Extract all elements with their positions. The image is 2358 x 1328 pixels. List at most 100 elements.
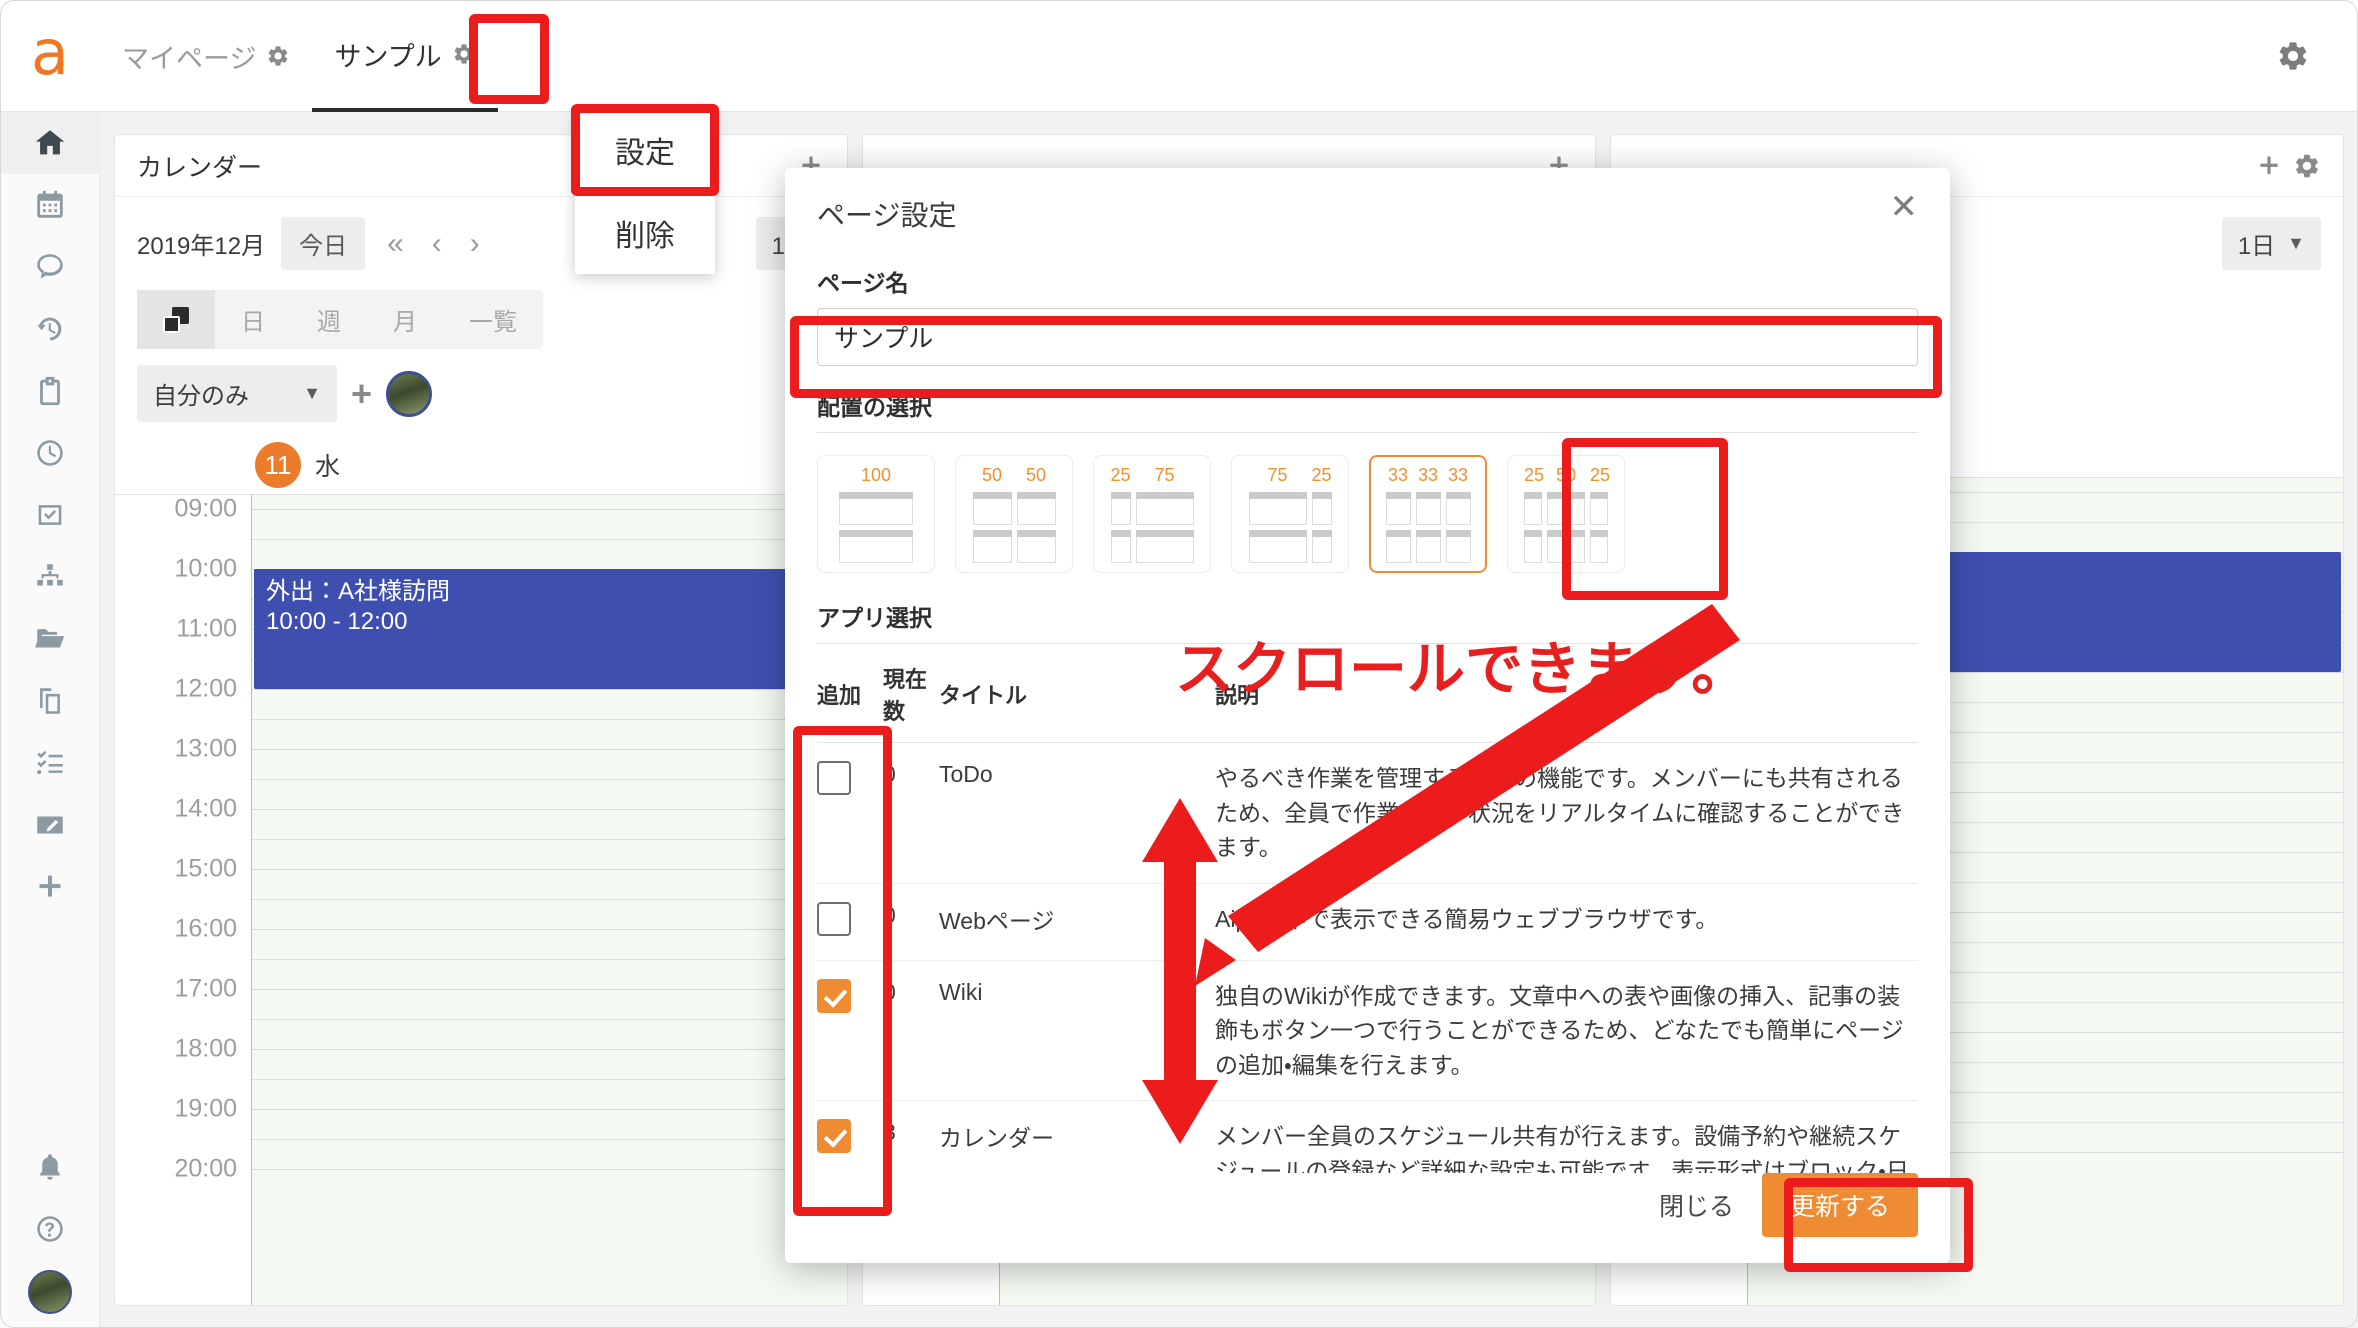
user-avatar[interactable]: [28, 1270, 72, 1314]
close-icon[interactable]: ✕: [1890, 190, 1919, 224]
add-member-icon[interactable]: +: [351, 375, 372, 412]
view-block[interactable]: [137, 290, 215, 349]
layout-option-100-nums: 100: [860, 465, 892, 485]
app-logo[interactable]: a: [0, 0, 100, 112]
top-bar: a マイページ サンプル: [0, 0, 2358, 112]
checklist-icon: [33, 746, 67, 780]
files-icon: [33, 684, 67, 718]
layout-option-50-50[interactable]: 50 50: [955, 455, 1073, 573]
rail-item-tasks[interactable]: [0, 484, 100, 546]
annotation-scroll-text: スクロールできます。: [1175, 635, 1750, 703]
close-button[interactable]: 閉じる: [1659, 1187, 1734, 1223]
time-label: 09:00: [174, 494, 237, 523]
table-row[interactable]: 3 カレンダー メンバー全員のスケジュール共有が行えます。設備予約や継続スケジュ…: [817, 1100, 1918, 1173]
chevron-down-icon: ▼: [2287, 233, 2305, 253]
layout-option-25-50-25[interactable]: 25 50 25: [1507, 455, 1625, 573]
add-portlet-icon[interactable]: [2255, 152, 2283, 180]
layout-option-25-75[interactable]: 25 75: [1093, 455, 1211, 573]
rail-item-org-chart[interactable]: [0, 546, 100, 608]
blocks-icon: [163, 306, 189, 333]
rail-item-files[interactable]: [0, 670, 100, 732]
row-count: 0: [883, 883, 939, 961]
modal-body: ページ名 配置の選択 100: [785, 244, 1950, 1173]
time-label: 18:00: [174, 1034, 237, 1063]
member-filter-select[interactable]: 自分のみ ▼: [137, 365, 337, 422]
table-row[interactable]: 0 ToDo やるべき作業を管理するための機能です。メンバーにも共有されるため、…: [817, 742, 1918, 884]
context-menu-item-settings[interactable]: 設定: [575, 108, 715, 191]
view-list[interactable]: 一覧: [443, 290, 543, 349]
rail-item-history[interactable]: [0, 298, 100, 360]
calendar-timegrid-left[interactable]: 09:00 10:00 11:00 12:00 13:00 14:00 15:0…: [115, 494, 847, 1305]
update-button[interactable]: 更新する: [1761, 1173, 1918, 1237]
avatar[interactable]: [386, 370, 433, 417]
range-select-right[interactable]: 1日 ▼: [2221, 217, 2321, 270]
history-icon: [33, 312, 67, 346]
rail-item-calendar[interactable]: [0, 174, 100, 236]
rail-item-notifications[interactable]: [0, 1136, 100, 1198]
col-header-count: 現在数: [883, 650, 939, 743]
row-checkbox[interactable]: [817, 978, 851, 1013]
row-title: Wiki: [939, 960, 1189, 1101]
tab-sample-label: サンプル: [334, 41, 442, 72]
row-title: Webページ: [939, 883, 1189, 961]
time-label: 19:00: [174, 1094, 237, 1123]
row-count: 0: [883, 960, 939, 1101]
today-button[interactable]: 今日: [281, 217, 366, 270]
folder-icon: [33, 622, 67, 656]
layout-option-50-50-nums: 50 50: [981, 465, 1047, 485]
apps-table: 追加 現在数 タイトル 説明 0 ToDo やるべき作業を管理するための機能です…: [817, 650, 1918, 1173]
calendar-event[interactable]: 外出：A社様訪問 10:00 - 12:00: [254, 569, 845, 689]
layout-label: 配置の選択: [817, 394, 932, 420]
layout-option-33-33-33[interactable]: 33 33 33: [1369, 455, 1487, 573]
chevron-down-icon: ▼: [303, 383, 321, 403]
row-checkbox[interactable]: [817, 1119, 851, 1153]
rail-item-clipboard[interactable]: [0, 360, 100, 422]
page-name-label: ページ名: [817, 270, 909, 296]
time-label: 13:00: [174, 734, 237, 763]
page-settings-gear-icon[interactable]: [452, 42, 476, 66]
view-month[interactable]: 月: [367, 290, 443, 349]
prev-icon[interactable]: ‹: [426, 228, 448, 259]
global-settings-gear-icon[interactable]: [2276, 39, 2310, 73]
rail-item-help[interactable]: [0, 1198, 100, 1260]
page-tabs: マイページ サンプル: [100, 0, 498, 112]
layout-option-75-25-nums: 75 25: [1267, 465, 1332, 485]
rail-item-edit[interactable]: [0, 794, 100, 856]
tab-sample[interactable]: サンプル: [312, 0, 498, 112]
row-checkbox[interactable]: [817, 901, 851, 936]
row-desc: やるべき作業を管理するための機能です。メンバーにも共有されるため、全員で作業の進…: [1189, 742, 1918, 884]
rail-bottom: [0, 1136, 100, 1314]
rail-item-add[interactable]: [0, 856, 100, 918]
portlet-settings-gear-icon[interactable]: [2293, 152, 2321, 180]
rail-item-clock[interactable]: [0, 422, 100, 484]
rail-item-folder[interactable]: [0, 608, 100, 670]
calendar-month-label: 2019年12月: [137, 233, 266, 260]
rail-item-chat[interactable]: [0, 236, 100, 298]
view-week[interactable]: 週: [291, 290, 367, 349]
modal-title: ページ設定: [817, 200, 957, 231]
page-name-input[interactable]: [817, 308, 1918, 366]
table-row[interactable]: 0 Webページ Aipoの中で表示できる簡易ウェブブラウザです。: [817, 883, 1918, 961]
table-row[interactable]: 0 Wiki 独自のWikiが作成できます。文章中への表や画像の挿入、記事の装飾…: [817, 960, 1918, 1101]
row-count: 0: [883, 742, 939, 884]
rail-item-home[interactable]: [0, 112, 100, 174]
rail-item-checklist[interactable]: [0, 732, 100, 794]
page-settings-modal: ページ設定 ✕ ページ名 配置の選択 100: [785, 168, 1950, 1263]
next-icon[interactable]: ›: [464, 228, 486, 259]
gear-icon[interactable]: [266, 44, 290, 68]
context-menu-item-delete[interactable]: 削除: [575, 191, 715, 274]
row-checkbox[interactable]: [817, 761, 851, 795]
layout-option-100[interactable]: 100: [817, 455, 935, 573]
prev-fast-icon[interactable]: «: [381, 228, 410, 259]
layout-option-75-25[interactable]: 75 25: [1231, 455, 1349, 573]
tab-mypage[interactable]: マイページ: [100, 0, 312, 112]
time-label: 16:00: [174, 914, 237, 943]
time-label: 17:00: [174, 974, 237, 1003]
view-day[interactable]: 日: [215, 290, 291, 349]
left-rail: [0, 112, 100, 1328]
member-filter-value: 自分のみ: [153, 383, 249, 410]
col-header-add: 追加: [817, 650, 883, 743]
timegrid-body[interactable]: 外出：A社様訪問 10:00 - 12:00: [251, 495, 847, 1305]
time-label: 12:00: [174, 674, 237, 703]
time-label: 11:00: [176, 614, 237, 643]
